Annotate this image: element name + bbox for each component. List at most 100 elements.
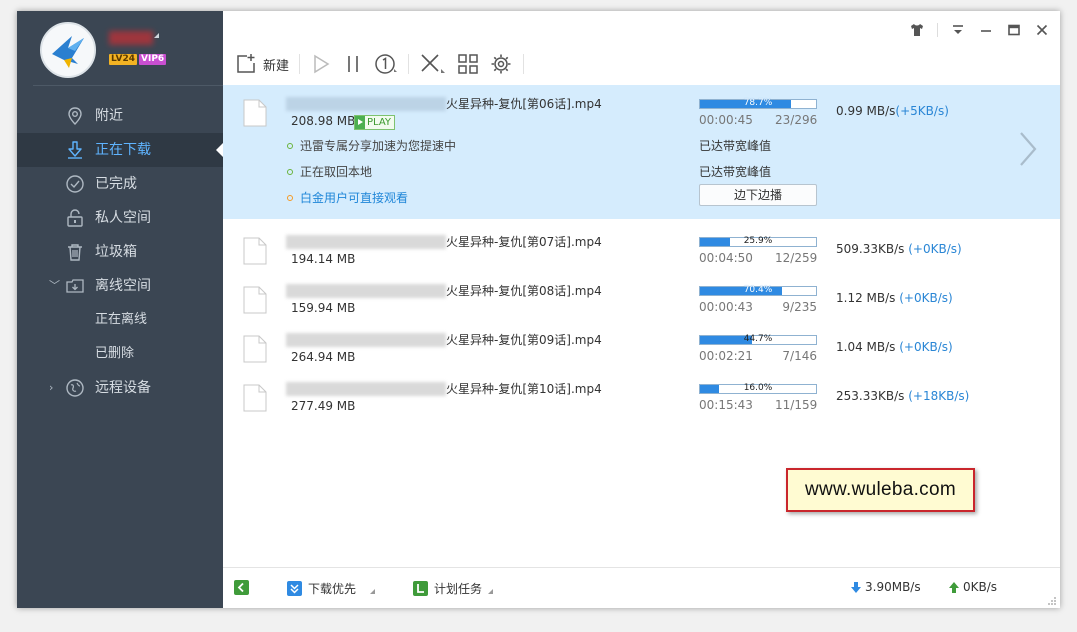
new-task-label: 新建 [263,58,290,74]
pieces-count: 11/159 [775,398,818,412]
dropdown-caret-icon[interactable] [370,589,376,594]
stream-play-button[interactable]: 边下边播 [699,184,817,206]
pause-button[interactable] [342,51,364,77]
check-circle-icon [66,175,84,193]
active-indicator [216,143,223,157]
filename-redacted [286,235,446,249]
pieces-count: 23/296 [775,113,818,127]
download-row[interactable]: 火星异种-复仇[第07话].mp4 194.14 MB 25.9% 00:04:… [223,223,1060,272]
resize-grip-icon[interactable] [1047,596,1057,606]
pieces-count: 9/235 [782,300,817,314]
minimize-icon[interactable] [978,22,994,38]
speed-limit-button[interactable] [374,51,398,77]
file-size: 264.94 MB [291,350,356,364]
grid-view-button[interactable] [457,51,479,77]
main-menu-icon[interactable] [950,22,966,38]
download-speed: 1.04 MB/s (+0KB/s) [836,340,953,354]
scheduled-tasks-button[interactable]: 计划任务 [413,580,494,597]
chevron-right-icon[interactable]: › [49,371,53,405]
platinum-watch-link[interactable]: 白金用户可直接观看 [300,189,408,206]
collapse-sidebar-button[interactable] [234,580,255,595]
start-button[interactable] [310,51,332,77]
sidebar-item-label: 附近 [95,108,123,124]
chevron-left-icon [234,580,249,595]
progress-label: 16.0% [743,383,773,393]
sidebar-item-label: 正在离线 [95,312,148,327]
play-icon [314,54,330,74]
file-name: 火星异种-复仇[第07话].mp4 [446,235,602,249]
delete-button[interactable] [419,51,447,77]
total-upload-speed: 0KB/s [948,580,997,594]
play-badge[interactable]: PLAY [354,115,396,130]
sidebar-item-offline-in-progress[interactable]: 正在离线 [17,303,223,337]
user-menu-caret-icon[interactable] [154,33,159,38]
download-speed: 1.12 MB/s (+0KB/s) [836,291,953,305]
remaining-time: 00:00:43 [699,300,753,314]
pieces-count: 12/259 [775,251,818,265]
download-row[interactable]: 火星异种-复仇[第08话].mp4 159.94 MB 70.4% 00:00:… [223,272,1060,321]
priority-label: 下载优先 [308,582,357,596]
status-bar: 下载优先 计划任务 3.90MB/s 0KB/s [223,567,1060,608]
remaining-time: 00:15:43 [699,398,753,412]
status-dot-icon [287,194,293,201]
download-arrow-icon [68,141,82,159]
sidebar: LV24 VIP6 附近 正在下载 已完成 私人空间 垃圾箱 ﹀ 离线空间 正在… [17,11,229,608]
download-row[interactable]: 火星异种-复仇[第06话].mp4 208.98 MB PLAY 迅雷专属分享加… [223,85,1060,219]
toolbar-divider [299,54,301,74]
toolbar-divider [408,54,410,74]
remaining-time: 00:02:21 [699,349,753,363]
bandwidth-note: 已达带宽峰值 [699,165,772,179]
download-priority-button[interactable]: 下载优先 [287,580,376,597]
play-label: PLAY [367,117,392,128]
skin-shirt-icon[interactable] [909,22,925,38]
filename-redacted [286,284,446,298]
sidebar-divider [33,85,229,86]
sidebar-item-deleted[interactable]: 已删除 [17,337,223,371]
sidebar-item-downloading[interactable]: 正在下载 [17,133,223,167]
watermark-box: www.wuleba.com [786,468,975,512]
download-row[interactable]: 火星异种-复仇[第10话].mp4 277.49 MB 16.0% 00:15:… [223,370,1060,419]
toolbar-divider [523,54,525,74]
offline-space-icon [66,279,84,293]
progress-bar: 16.0% [699,383,817,394]
thunder-bird-logo-icon [42,24,94,76]
speed-increase: (+0KB/s) [908,242,962,256]
file-name: 火星异种-复仇[第10话].mp4 [446,382,602,396]
file-size: 159.94 MB [291,301,356,315]
download-speed: 0.99 MB/s(+5KB/s) [836,104,949,118]
schedule-icon [413,581,428,596]
sidebar-item-private-space[interactable]: 私人空间 [17,201,223,235]
new-task-button[interactable]: 新建 [235,51,289,77]
sidebar-item-remote-devices[interactable]: › 远程设备 [17,371,223,405]
file-icon [243,99,267,127]
file-icon [243,335,267,363]
maximize-icon[interactable] [1006,22,1022,38]
close-icon[interactable] [1034,22,1050,38]
file-name: 火星异种-复仇[第09话].mp4 [446,333,602,347]
file-size: 194.14 MB [291,252,356,266]
speed-value: 1.04 MB/s [836,340,896,354]
download-speed-value: 3.90MB/s [865,580,921,594]
progress-bar: 78.7% [699,98,817,109]
chevron-right-icon[interactable] [1017,129,1039,169]
username-redacted [109,31,153,45]
sidebar-item-offline-space[interactable]: ﹀ 离线空间 [17,269,223,303]
filename-redacted [286,97,446,111]
play-icon [355,116,365,129]
sidebar-item-label: 已删除 [95,346,135,361]
gear-icon [491,54,511,74]
dropdown-caret-icon[interactable] [488,589,494,594]
status-line[interactable]: 白金用户可直接观看 [287,189,408,206]
chevron-down-icon[interactable]: ﹀ [49,269,60,303]
avatar[interactable] [40,22,96,78]
download-row[interactable]: 火星异种-复仇[第09话].mp4 264.94 MB 44.7% 00:02:… [223,321,1060,370]
settings-button[interactable] [489,51,513,77]
remaining-time: 00:04:50 [699,251,753,265]
sidebar-item-nearby[interactable]: 附近 [17,99,223,133]
sidebar-item-completed[interactable]: 已完成 [17,167,223,201]
window-controls [909,21,1050,39]
sidebar-item-label: 离线空间 [95,278,151,294]
schedule-label: 计划任务 [434,582,483,596]
status-dot-icon [287,142,293,149]
sidebar-item-trash[interactable]: 垃圾箱 [17,235,223,269]
